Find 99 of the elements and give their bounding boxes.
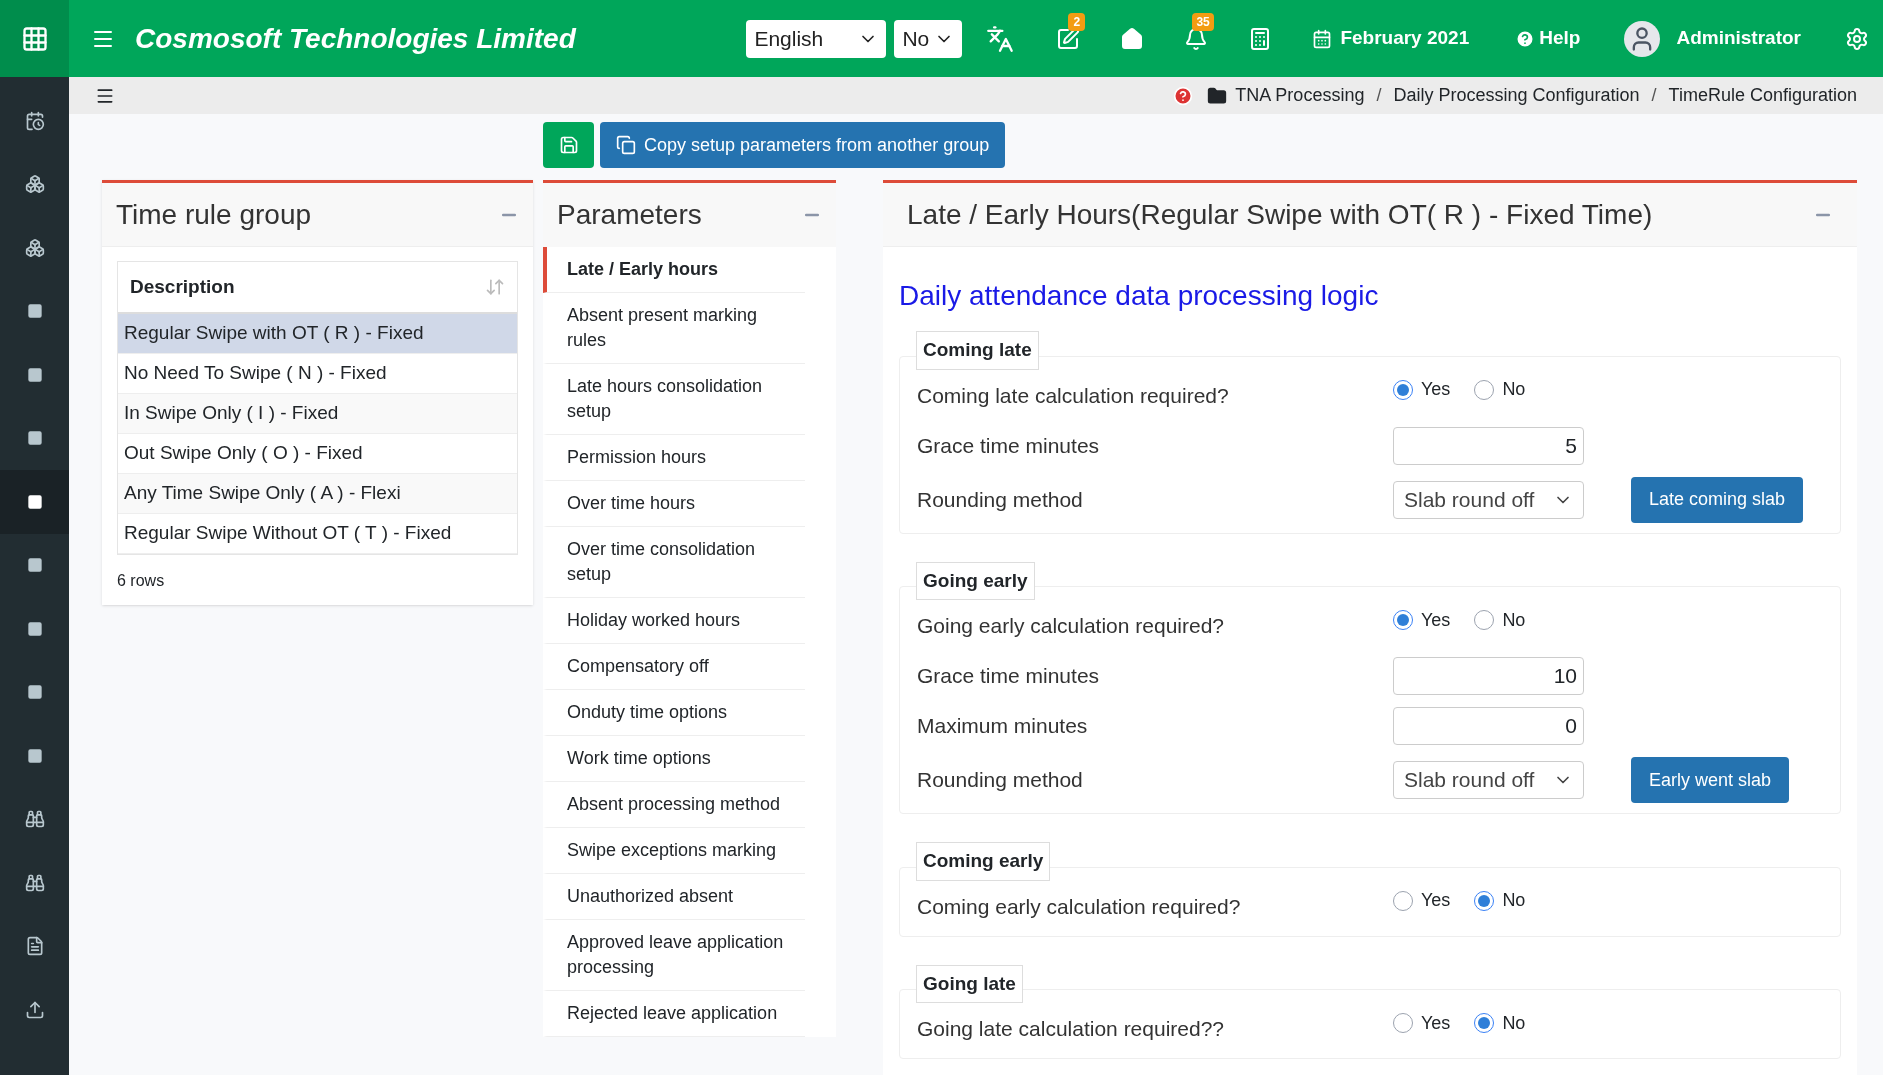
number-field[interactable]: 5 (1393, 426, 1584, 465)
section-legend: Coming early (916, 842, 1051, 881)
parameter-item[interactable]: Onduty time options (543, 690, 805, 736)
folder-icon (1207, 85, 1228, 106)
breadcrumb-separator: / (1376, 84, 1382, 107)
panel-title: Late / Early Hours(Regular Swipe with OT( R ) - Fixed Time) (907, 197, 1653, 232)
square-icon (26, 493, 43, 510)
table-row[interactable]: In Swipe Only ( I ) - Fixed (118, 394, 517, 434)
breadcrumb-link[interactable]: TNA Processing (1235, 82, 1365, 109)
parameter-item[interactable]: Swipe exceptions marking (543, 828, 805, 874)
radio-button[interactable] (1393, 1013, 1413, 1033)
radio-label: Yes (1421, 608, 1451, 632)
radio-button[interactable] (1393, 379, 1413, 400)
option-select[interactable]: No (894, 19, 963, 58)
cubes-icon (24, 174, 45, 195)
radio-label: No (1502, 889, 1526, 912)
breadcrumb-link[interactable]: TimeRule Configuration (1668, 82, 1857, 109)
user-avatar[interactable] (1624, 20, 1661, 57)
rounding-select[interactable]: Slab round off (1393, 761, 1584, 799)
square-icon (26, 557, 43, 574)
slab-button[interactable]: Early went slab (1631, 757, 1790, 803)
slab-button[interactable]: Late coming slab (1631, 476, 1804, 523)
company-name: Cosmosoft Technologies Limited (135, 21, 576, 56)
radio-label: Yes (1421, 1011, 1451, 1035)
calendar-icon (1312, 28, 1333, 49)
breadcrumb-separator: / (1651, 84, 1657, 107)
field-label: Going late calculation required?? (917, 1016, 1226, 1043)
panel-title: Parameters (557, 198, 702, 232)
field-label: Grace time minutes (917, 663, 1101, 690)
field-label: Coming early calculation required? (917, 893, 1242, 920)
binoculars-icon (24, 809, 45, 830)
edit-count-badge: 2 (1068, 12, 1086, 31)
language-select[interactable]: English (746, 19, 887, 58)
parameter-item[interactable]: Late / Early hours (543, 247, 805, 293)
square-icon (26, 684, 43, 701)
parameter-item[interactable]: Holiday worked hours (543, 598, 805, 644)
parameter-item[interactable]: Rejected leave application (543, 991, 805, 1037)
calendar-clock-icon (24, 110, 45, 131)
save-icon (558, 135, 579, 155)
parameter-item[interactable]: Work time options (543, 736, 805, 782)
copy-icon (616, 135, 636, 155)
square-icon (26, 620, 43, 637)
section-legend: Coming late (916, 331, 1039, 370)
copy-parameters-button[interactable]: Copy setup parameters from another group (600, 122, 1006, 168)
field-label: Maximum minutes (917, 713, 1089, 740)
radio-button[interactable] (1474, 610, 1495, 630)
parameter-item[interactable]: Absent processing method (543, 782, 805, 828)
row-count: 6 rows (117, 571, 166, 591)
sort-icon (485, 277, 505, 297)
number-field[interactable]: 0 (1393, 707, 1584, 745)
parameter-item[interactable]: Over time consolidation setup (543, 527, 805, 598)
breadcrumb-link[interactable]: Daily Processing Configuration (1393, 82, 1640, 109)
table-row[interactable]: Any Time Swipe Only ( A ) - Flexi (118, 474, 517, 514)
radio-button[interactable] (1393, 890, 1413, 911)
field-label: Rounding method (917, 767, 1084, 794)
binoculars-icon (24, 872, 45, 893)
edit-icon[interactable] (1056, 26, 1081, 51)
section-legend: Going late (916, 964, 1023, 1003)
help-icon (1515, 28, 1536, 49)
parameter-item[interactable]: Unauthorized absent (543, 874, 805, 920)
radio-label: No (1502, 1011, 1526, 1035)
translate-icon[interactable] (986, 24, 1015, 53)
parameter-item[interactable]: Late hours consolidation setup (543, 364, 805, 435)
square-icon (26, 430, 43, 447)
panel-title: Time rule group (116, 197, 312, 232)
radio-label: Yes (1421, 378, 1451, 401)
rounding-select[interactable]: Slab round off (1393, 480, 1584, 519)
field-label: Rounding method (917, 486, 1084, 513)
upload-icon (24, 999, 45, 1020)
parameter-item[interactable]: Over time hours (543, 481, 805, 527)
radio-label: No (1502, 608, 1526, 632)
square-icon (26, 366, 43, 383)
settings-icon[interactable] (1845, 26, 1869, 51)
radio-button[interactable] (1474, 1013, 1495, 1033)
parameter-item[interactable]: Permission hours (543, 435, 805, 481)
radio-label: Yes (1421, 889, 1451, 912)
square-icon (26, 303, 43, 320)
parameter-item[interactable]: Absent present marking rules (543, 293, 805, 364)
field-label: Going early calculation required? (917, 613, 1225, 640)
parameter-item[interactable]: Approved leave application processing (543, 920, 805, 991)
table-row[interactable]: Regular Swipe with OT ( R ) - Fixed (118, 314, 517, 354)
section-heading: Daily attendance data processing logic (899, 279, 1380, 313)
notification-count-badge: 35 (1192, 12, 1214, 31)
square-icon (26, 747, 43, 764)
help-icon[interactable] (1173, 85, 1194, 106)
number-field[interactable]: 10 (1393, 657, 1584, 695)
field-label: Grace time minutes (917, 432, 1101, 459)
sidebar-item[interactable] (0, 470, 69, 534)
section-legend: Going early (916, 561, 1035, 600)
cubes-icon (24, 237, 45, 258)
parameter-item[interactable]: Compensatory off (543, 644, 805, 690)
apps-grid-icon[interactable] (20, 24, 49, 53)
save-button[interactable] (543, 122, 594, 168)
radio-button[interactable] (1393, 610, 1413, 630)
field-label: Coming late calculation required? (917, 382, 1230, 409)
home-icon[interactable] (1120, 26, 1145, 51)
radio-button[interactable] (1474, 890, 1495, 911)
radio-label: No (1502, 378, 1526, 401)
radio-button[interactable] (1474, 379, 1495, 400)
